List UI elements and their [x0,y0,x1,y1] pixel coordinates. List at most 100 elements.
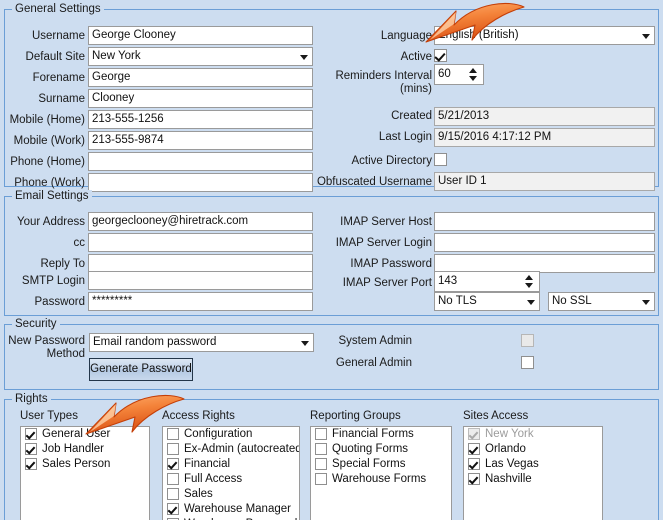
active-directory-label: Active Directory [351,155,432,167]
checkbox-icon[interactable] [167,488,179,500]
new-password-method-label-line2: Method [46,348,85,360]
list-item-label: Sales [184,488,213,500]
list-item[interactable]: Special Forms [311,457,451,472]
list-item-label: Job Handler [42,443,105,455]
reminders-interval-label-line2: (mins) [400,83,432,95]
imap-field-0[interactable] [434,212,655,231]
created-value: 5/21/2013 [434,107,655,126]
list-item-label: New York [485,428,534,440]
general-field-label-0: Username [31,30,85,42]
imap-field-1[interactable] [434,233,655,252]
list-item: New York [464,427,602,442]
port-stepper-arrows[interactable] [521,273,537,290]
imap-field-label-1: IMAP Server Login [335,237,432,249]
general-settings-legend: General Settings [12,3,104,15]
checkbox-icon[interactable] [315,458,327,470]
list-item[interactable]: Job Handler [21,442,149,457]
checkbox-icon[interactable] [315,428,327,440]
active-checkbox[interactable] [434,49,447,62]
checkbox-icon[interactable] [167,443,179,455]
general-field-3[interactable]: Clooney [88,89,313,108]
rights-list-0[interactable]: General User Job Handler Sales Person [20,426,150,520]
stepper-arrows[interactable] [465,66,481,83]
general-field-label-2: Forename [32,72,85,84]
email-field-1[interactable] [88,233,313,252]
imap-server-port-label: IMAP Server Port [342,277,432,289]
list-item-label: General User [42,428,111,440]
rights-list-title-1: Access Rights [162,410,235,422]
checkbox-icon[interactable] [25,443,37,455]
list-item-label: Quoting Forms [332,443,409,455]
checkbox-icon[interactable] [25,428,37,440]
list-item[interactable]: Orlando [464,442,602,457]
list-item[interactable]: Full Access [163,472,299,487]
list-item[interactable]: General User [21,427,149,442]
port-stepper-down-icon[interactable] [525,283,533,288]
email-field-0[interactable]: georgeclooney@hiretrack.com [88,212,313,231]
rights-list-3[interactable]: New York Orlando Las Vegas Nashville [463,426,603,520]
ssl-value: No SSL [552,295,592,307]
general-field-2[interactable]: George [88,68,313,87]
list-item[interactable]: Financial [163,457,299,472]
system-admin-label: System Admin [338,335,413,347]
active-directory-checkbox[interactable] [434,153,447,166]
general-field-label-1: Default Site [25,51,85,63]
tls-value: No TLS [438,295,477,307]
rights-list-2[interactable]: Financial Forms Quoting Forms Special Form… [310,426,452,520]
rights-legend: Rights [12,393,51,405]
general-field-4[interactable]: 213-555-1256 [88,110,313,129]
list-item-label: Financial Forms [332,428,414,440]
general-field-label-6: Phone (Home) [10,156,85,168]
general-field-5[interactable]: 213-555-9874 [88,131,313,150]
email-field-3[interactable] [88,271,313,290]
reminders-interval-label-line1: Reminders Interval [335,70,432,82]
list-item[interactable]: Configuration [163,427,299,442]
checkbox-icon[interactable] [25,458,37,470]
created-label: Created [391,110,432,122]
email-field-4[interactable]: ********* [88,292,313,311]
email-field-label-4: Password [34,296,86,308]
general-field-0[interactable]: George Clooney [88,26,313,45]
language-combo[interactable]: English (British) [434,26,655,45]
last-login-value: 9/15/2016 4:17:12 PM [434,128,655,147]
checkbox-icon[interactable] [167,473,179,485]
checkbox-icon[interactable] [468,458,480,470]
email-field-label-3: SMTP Login [21,275,85,287]
checkbox-icon[interactable] [315,443,327,455]
list-item-label: Sales Person [42,458,111,470]
ssl-combo[interactable]: No SSL [548,292,655,311]
list-item-label: Orlando [485,443,526,455]
list-item[interactable]: Sales Person [21,457,149,472]
list-item[interactable]: Warehouse Manager [163,502,299,517]
list-item[interactable]: Financial Forms [311,427,451,442]
chevron-down-icon [527,299,535,305]
chevron-down-icon [642,299,650,305]
imap-server-port-stepper[interactable]: 143 [434,271,540,292]
checkbox-icon[interactable] [315,473,327,485]
port-stepper-up-icon[interactable] [525,275,533,280]
reminders-interval-stepper[interactable]: 60 [434,64,484,85]
checkbox-icon[interactable] [167,503,179,515]
security-legend: Security [12,318,60,330]
chevron-down-icon [642,33,650,39]
list-item[interactable]: Sales [163,487,299,502]
list-item[interactable]: Quoting Forms [311,442,451,457]
list-item[interactable]: Ex-Admin (autocreated) [163,442,299,457]
stepper-up-icon[interactable] [469,68,477,73]
checkbox-icon[interactable] [167,428,179,440]
general-admin-checkbox[interactable] [521,356,534,369]
checkbox-icon[interactable] [167,458,179,470]
checkbox-icon[interactable] [468,473,480,485]
obfuscated-username-label: Obfuscated Username [316,176,432,188]
list-item[interactable]: Nashville [464,472,602,487]
tls-combo[interactable]: No TLS [434,292,540,311]
checkbox-icon[interactable] [468,443,480,455]
list-item[interactable]: Las Vegas [464,457,602,472]
general-field-7[interactable] [88,173,313,192]
generate-password-button[interactable]: Generate Password [89,358,193,381]
general-field-6[interactable] [88,152,313,171]
list-item[interactable]: Warehouse Forms [311,472,451,487]
rights-list-1[interactable]: Configuration Ex-Admin (autocreated) Finan… [162,426,300,520]
stepper-down-icon[interactable] [469,76,477,81]
general-field-1[interactable]: New York [88,47,313,66]
